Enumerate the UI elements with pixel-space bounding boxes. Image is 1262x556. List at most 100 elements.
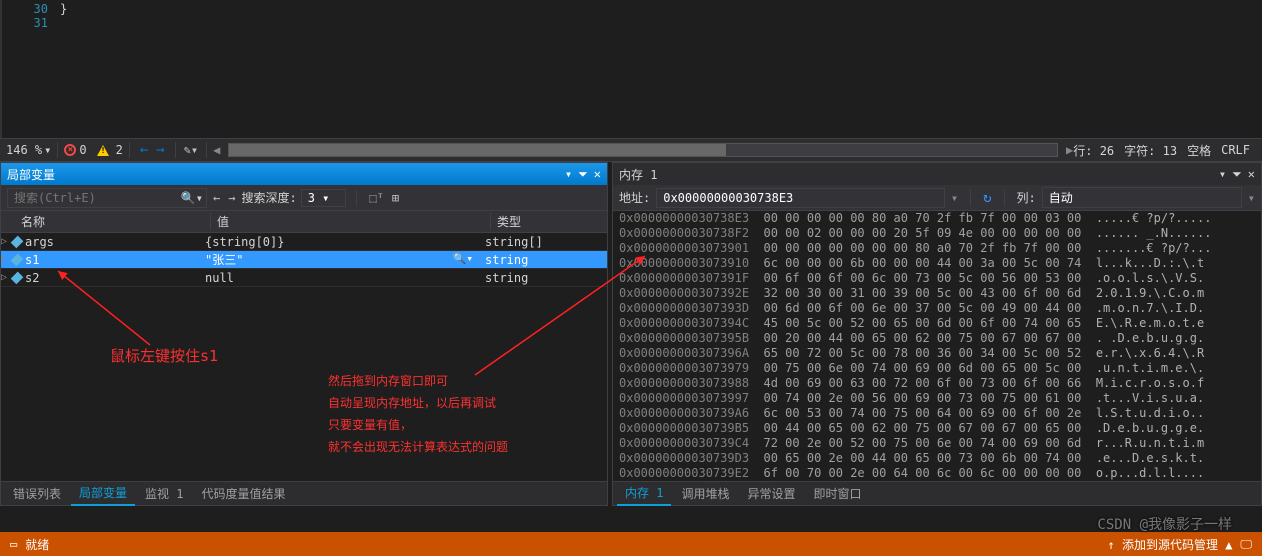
variable-type: string[] <box>479 235 607 249</box>
memory-row: 0x00000000030739E2 6f 00 70 00 2e 00 64 … <box>619 466 1255 481</box>
table-row[interactable]: ▷ s2 null string <box>1 269 607 287</box>
scroll-left-icon[interactable]: ◀ <box>213 143 220 157</box>
variable-value: {string[0]} <box>199 235 479 249</box>
indent-mode[interactable]: 空格 <box>1187 142 1211 159</box>
cursor-position: 行: 26 字符: 13 空格 CRLF <box>1073 142 1250 159</box>
ide-status-bar: ▭ 就绪 ↑ 添加到源代码管理 ▲ 🖵 <box>0 532 1262 556</box>
tab-异常设置[interactable]: 异常设置 <box>739 482 803 505</box>
column-value[interactable]: 值 <box>211 213 491 230</box>
refresh-icon[interactable]: ↻ <box>983 190 991 206</box>
variable-value: "张三"🔍▾ <box>199 251 479 268</box>
pin-icon[interactable]: ⏷ <box>1232 167 1242 182</box>
close-icon[interactable]: ✕ <box>1248 167 1255 181</box>
error-icon: × <box>64 144 76 156</box>
dropdown-icon[interactable]: ▾ <box>565 167 572 181</box>
pin-icon[interactable]: ⏷ <box>578 167 588 182</box>
memory-row: 0x000000000307392E 32 00 30 00 31 00 39 … <box>619 286 1255 301</box>
error-count[interactable]: ×0 <box>64 143 86 157</box>
column-name[interactable]: 名称 <box>1 213 211 230</box>
expander-icon[interactable]: ▷ <box>1 254 11 265</box>
scroll-right-icon[interactable]: ▶ <box>1066 143 1073 157</box>
depth-select[interactable]: 3 ▾ <box>301 189 347 207</box>
locals-grid-body: ▷ args {string[0]} string[]▷ s1 "张三"🔍▾ s… <box>1 233 607 481</box>
status-text: 就绪 <box>25 536 49 553</box>
code-editor[interactable]: 30} 31 <box>0 0 1262 138</box>
notifications-icon[interactable]: 🖵 <box>1240 537 1252 552</box>
search-input[interactable] <box>7 188 207 208</box>
locals-panel-header[interactable]: 局部变量 ▾ ⏷ ✕ <box>1 163 607 185</box>
memory-row: 0x000000000307393D 00 6d 00 6f 00 6e 00 … <box>619 301 1255 316</box>
nav-forward-icon[interactable]: → <box>156 142 164 158</box>
search-icon[interactable]: 🔍▾ <box>181 191 203 205</box>
tab-调用堆栈[interactable]: 调用堆栈 <box>673 482 737 505</box>
variable-type: string <box>479 271 607 285</box>
source-control-button[interactable]: ↑ 添加到源代码管理 ▲ <box>1108 536 1233 553</box>
memory-row: 0x000000000307391F 00 6f 00 6f 00 6c 00 … <box>619 271 1255 286</box>
memory-hex-view[interactable]: 0x00000000030738E3 00 00 00 00 00 80 a0 … <box>613 211 1261 481</box>
dropdown-icon[interactable]: ▾ <box>1219 167 1226 181</box>
columns-label: 列: <box>1017 189 1036 206</box>
close-icon[interactable]: ✕ <box>594 167 601 181</box>
tab-局部变量[interactable]: 局部变量 <box>71 481 135 506</box>
variable-value: null <box>199 271 479 285</box>
column-type[interactable]: 类型 <box>491 213 607 230</box>
variable-name: args <box>21 235 199 249</box>
table-row[interactable]: ▷ s1 "张三"🔍▾ string <box>1 251 607 269</box>
locals-grid-header: 名称 值 类型 <box>1 211 607 233</box>
line-ending[interactable]: CRLF <box>1221 143 1250 157</box>
variable-name: s2 <box>21 271 199 285</box>
memory-toolbar: 地址: ▾ ↻ 列: 自动 ▾ <box>613 185 1261 211</box>
table-row[interactable]: ▷ args {string[0]} string[] <box>1 233 607 251</box>
code-line: } <box>60 2 67 16</box>
brush-icon[interactable]: ✎▾ <box>182 143 200 157</box>
magnify-icon[interactable]: 🔍▾ <box>453 252 473 265</box>
nav-next-icon[interactable]: → <box>226 191 237 205</box>
tab-即时窗口[interactable]: 即时窗口 <box>805 482 869 505</box>
dropdown-icon[interactable]: ▾ <box>951 191 958 205</box>
nav-prev-icon[interactable]: ← <box>211 191 222 205</box>
memory-row: 0x000000000307394C 45 00 5c 00 52 00 65 … <box>619 316 1255 331</box>
memory-row: 0x00000000030738E3 00 00 00 00 00 80 a0 … <box>619 211 1255 226</box>
address-label: 地址: <box>619 189 650 206</box>
memory-panel-tabs: 内存 1调用堆栈异常设置即时窗口 <box>613 481 1261 505</box>
locals-toolbar: 🔍▾ ← → 搜索深度: 3 ▾ ⬚ᵀ ⊞ <box>1 185 607 211</box>
columns-select[interactable]: 自动 <box>1042 187 1242 208</box>
line-number: 30 <box>20 2 48 16</box>
memory-row: 0x00000000030739D3 00 65 00 2e 00 44 00 … <box>619 451 1255 466</box>
expander-icon[interactable]: ▷ <box>1 236 11 247</box>
line-number: 31 <box>20 16 48 30</box>
locals-panel: 局部变量 ▾ ⏷ ✕ 🔍▾ ← → 搜索深度: 3 ▾ ⬚ᵀ ⊞ 名称 值 类型 <box>0 162 608 506</box>
panel-title: 内存 1 <box>619 166 657 183</box>
tab-代码度量值结果[interactable]: 代码度量值结果 <box>193 482 293 505</box>
address-input[interactable] <box>656 188 945 208</box>
zoom-dropdown[interactable]: 146 % ▾ <box>6 143 51 157</box>
memory-row: 0x00000000030739A6 6c 00 53 00 74 00 75 … <box>619 406 1255 421</box>
memory-row: 0x0000000003073979 00 75 00 6e 00 74 00 … <box>619 361 1255 376</box>
horizontal-scrollbar[interactable] <box>228 143 1058 157</box>
memory-row: 0x00000000030739C4 72 00 2e 00 52 00 75 … <box>619 436 1255 451</box>
watermark: CSDN @我像影子一样 <box>1097 514 1232 534</box>
tab-内存 1[interactable]: 内存 1 <box>617 481 671 506</box>
memory-panel: 内存 1 ▾ ⏷ ✕ 地址: ▾ ↻ 列: 自动 ▾ 0x00000000030… <box>612 162 1262 506</box>
variable-name: s1 <box>21 253 199 267</box>
variable-type: string <box>479 253 607 267</box>
tab-监视 1[interactable]: 监视 1 <box>137 482 191 505</box>
memory-row: 0x0000000003073997 00 74 00 2e 00 56 00 … <box>619 391 1255 406</box>
memory-row: 0x0000000003073901 00 00 00 00 00 00 00 … <box>619 241 1255 256</box>
warning-count[interactable]: 2 <box>97 143 123 157</box>
expander-icon[interactable]: ▷ <box>1 272 11 283</box>
tool-icon[interactable]: ⬚ᵀ <box>367 191 385 205</box>
dropdown-icon[interactable]: ▾ <box>1248 191 1255 205</box>
tab-错误列表[interactable]: 错误列表 <box>5 482 69 505</box>
warning-icon <box>97 145 109 156</box>
nav-back-icon[interactable]: ← <box>140 142 148 158</box>
locals-panel-tabs: 错误列表局部变量监视 1代码度量值结果 <box>1 481 607 505</box>
depth-label: 搜索深度: <box>241 189 296 206</box>
memory-row: 0x000000000307395B 00 20 00 44 00 65 00 … <box>619 331 1255 346</box>
memory-panel-header[interactable]: 内存 1 ▾ ⏷ ✕ <box>613 163 1261 185</box>
panel-title: 局部变量 <box>7 166 55 183</box>
chevron-down-icon: ▾ <box>44 143 51 157</box>
window-icon[interactable]: ▭ <box>10 537 17 551</box>
tool-icon[interactable]: ⊞ <box>390 191 401 205</box>
memory-row: 0x00000000030739B5 00 44 00 65 00 62 00 … <box>619 421 1255 436</box>
